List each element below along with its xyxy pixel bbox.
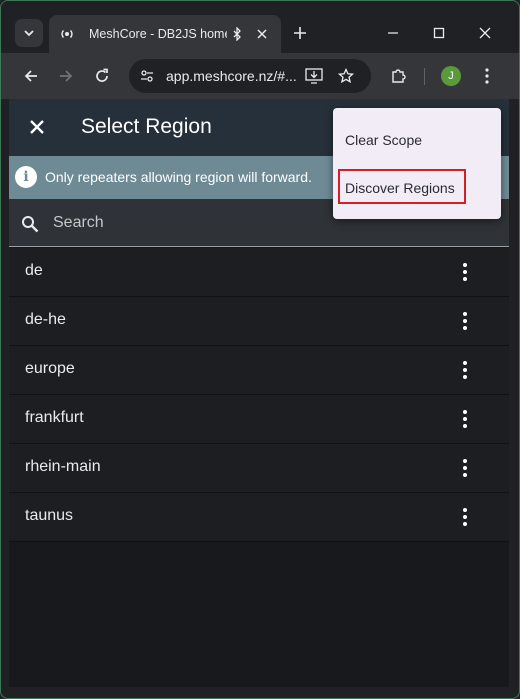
more-vertical-icon[interactable] bbox=[453, 260, 477, 284]
list-item[interactable]: taunus bbox=[9, 493, 509, 542]
maximize-button[interactable] bbox=[429, 23, 449, 43]
region-label: de bbox=[25, 262, 43, 279]
puzzle-icon bbox=[392, 69, 406, 83]
list-item[interactable]: de-he bbox=[9, 297, 509, 346]
browser-toolbar: app.meshcore.nz/#... J bbox=[1, 53, 519, 99]
more-vertical-icon[interactable] bbox=[453, 505, 477, 529]
region-label: de-he bbox=[25, 311, 66, 328]
reload-icon bbox=[96, 68, 108, 82]
install-app-icon[interactable] bbox=[304, 66, 324, 86]
page-title: Select Region bbox=[81, 115, 212, 138]
arrow-left-icon bbox=[24, 70, 37, 82]
close-icon bbox=[30, 120, 44, 134]
browser-tab[interactable]: MeshCore - DB2JS home bbox=[49, 15, 281, 53]
menu-item-clear-scope[interactable]: Clear Scope bbox=[345, 132, 422, 148]
extensions-button[interactable] bbox=[387, 65, 409, 87]
forward-button[interactable] bbox=[55, 65, 77, 87]
region-label: rhein-main bbox=[25, 458, 101, 475]
list-item[interactable]: frankfurt bbox=[9, 395, 509, 444]
toolbar-separator bbox=[424, 68, 425, 85]
more-vertical-icon bbox=[485, 68, 489, 84]
list-item[interactable]: europe bbox=[9, 346, 509, 395]
close-icon bbox=[479, 27, 491, 39]
arrow-right-icon bbox=[60, 70, 73, 82]
minimize-icon bbox=[388, 32, 398, 34]
reload-button[interactable] bbox=[91, 65, 113, 87]
back-button[interactable] bbox=[20, 65, 42, 87]
more-vertical-icon[interactable] bbox=[453, 456, 477, 480]
info-text: Only repeaters allowing region will forw… bbox=[45, 169, 312, 185]
tab-search-button[interactable] bbox=[15, 19, 43, 47]
region-label: frankfurt bbox=[25, 409, 84, 426]
more-vertical-icon[interactable] bbox=[453, 407, 477, 431]
search-icon bbox=[19, 213, 41, 235]
minimize-button[interactable] bbox=[383, 23, 403, 43]
menu-item-discover-regions[interactable]: Discover Regions bbox=[345, 180, 455, 196]
site-settings-icon[interactable] bbox=[138, 67, 156, 85]
plus-icon bbox=[294, 27, 306, 39]
close-tab-icon[interactable] bbox=[253, 25, 271, 43]
radio-broadcast-icon bbox=[59, 26, 75, 42]
more-vertical-icon[interactable] bbox=[453, 358, 477, 382]
new-tab-button[interactable] bbox=[289, 22, 311, 44]
info-icon: i bbox=[15, 166, 37, 188]
url-text: app.meshcore.nz/#... bbox=[166, 68, 296, 84]
bluetooth-icon bbox=[229, 26, 245, 42]
list-item[interactable]: rhein-main bbox=[9, 444, 509, 493]
tab-title: MeshCore - DB2JS home bbox=[89, 27, 227, 41]
star-icon[interactable] bbox=[336, 66, 356, 86]
browser-window: MeshCore - DB2JS home app.meshcore.nz/#.… bbox=[0, 0, 520, 699]
list-item[interactable]: de bbox=[9, 248, 509, 297]
address-bar[interactable]: app.meshcore.nz/#... bbox=[129, 59, 371, 93]
chevron-down-icon bbox=[24, 30, 34, 37]
region-label: europe bbox=[25, 360, 75, 377]
region-list: de de-he europe frankfurt rhein-main taunus bbox=[9, 248, 509, 542]
close-button[interactable] bbox=[25, 115, 49, 139]
profile-avatar[interactable]: J bbox=[441, 66, 461, 86]
region-label: taunus bbox=[25, 507, 74, 524]
close-window-button[interactable] bbox=[475, 23, 495, 43]
more-vertical-icon[interactable] bbox=[453, 309, 477, 333]
popup-menu: Clear Scope Discover Regions bbox=[333, 108, 501, 219]
maximize-icon bbox=[433, 27, 445, 39]
browser-menu-button[interactable] bbox=[476, 65, 498, 87]
tab-strip: MeshCore - DB2JS home bbox=[1, 1, 519, 53]
